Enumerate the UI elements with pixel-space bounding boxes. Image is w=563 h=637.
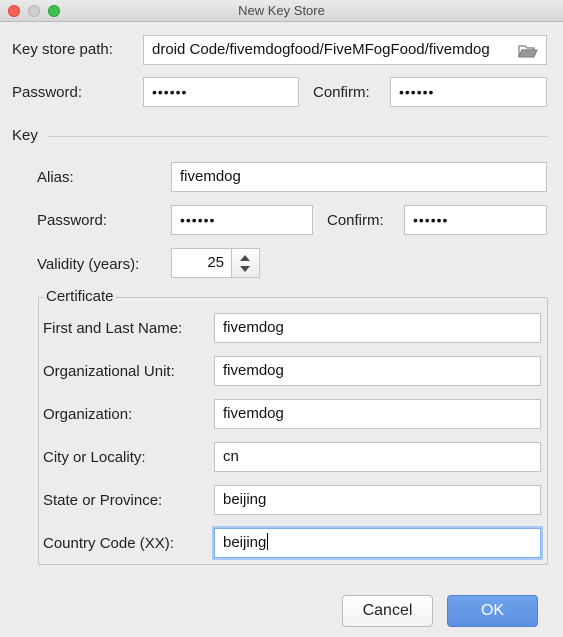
keystore-path-label: Key store path: (12, 41, 113, 58)
stepper-down-icon[interactable] (240, 266, 250, 272)
cert-org-label: Organization: (43, 406, 133, 423)
keystore-password-label: Password: (12, 84, 83, 101)
keystore-path-value: droid Code/fivemdogfood/FiveMFogFood/fiv… (152, 41, 490, 58)
validity-stepper[interactable] (232, 248, 260, 278)
cert-country-label: Country Code (XX): (43, 535, 174, 552)
cert-city-input[interactable]: cn (214, 442, 541, 472)
cert-state-input[interactable]: beijing (214, 485, 541, 515)
text-caret (267, 533, 269, 550)
cancel-button[interactable]: Cancel (342, 595, 433, 627)
cert-city-label: City or Locality: (43, 449, 146, 466)
keystore-confirm-input[interactable]: •••••• (390, 77, 547, 107)
window-minimize-button[interactable] (28, 5, 40, 17)
window-title: New Key Store (238, 3, 325, 18)
ok-button[interactable]: OK (447, 595, 538, 627)
alias-input[interactable]: fivemdog (171, 162, 547, 192)
folder-open-icon[interactable] (518, 44, 538, 58)
validity-input[interactable]: 25 (171, 248, 232, 278)
alias-label: Alias: (37, 169, 74, 186)
key-confirm-input[interactable]: •••••• (404, 205, 547, 235)
key-section-title: Key (12, 127, 38, 144)
key-section-divider (48, 136, 548, 137)
cert-country-input[interactable]: beijing (214, 528, 541, 558)
key-password-input[interactable]: •••••• (171, 205, 313, 235)
window-close-button[interactable] (8, 5, 20, 17)
title-bar: New Key Store (0, 0, 563, 22)
cert-org-unit-label: Organizational Unit: (43, 363, 175, 380)
keystore-password-input[interactable]: •••••• (143, 77, 299, 107)
window-maximize-button[interactable] (48, 5, 60, 17)
cert-country-value: beijing (223, 534, 267, 551)
cert-name-input[interactable]: fivemdog (214, 313, 541, 343)
keystore-path-input[interactable]: droid Code/fivemdogfood/FiveMFogFood/fiv… (143, 35, 547, 65)
key-password-label: Password: (37, 212, 108, 229)
cert-state-label: State or Province: (43, 492, 163, 509)
stepper-up-icon[interactable] (240, 255, 250, 261)
cert-name-label: First and Last Name: (43, 320, 183, 337)
cert-org-input[interactable]: fivemdog (214, 399, 541, 429)
key-confirm-label: Confirm: (327, 212, 384, 229)
certificate-group-title: Certificate (44, 288, 116, 306)
cert-org-unit-input[interactable]: fivemdog (214, 356, 541, 386)
keystore-confirm-label: Confirm: (313, 84, 370, 101)
validity-label: Validity (years): (37, 256, 140, 273)
